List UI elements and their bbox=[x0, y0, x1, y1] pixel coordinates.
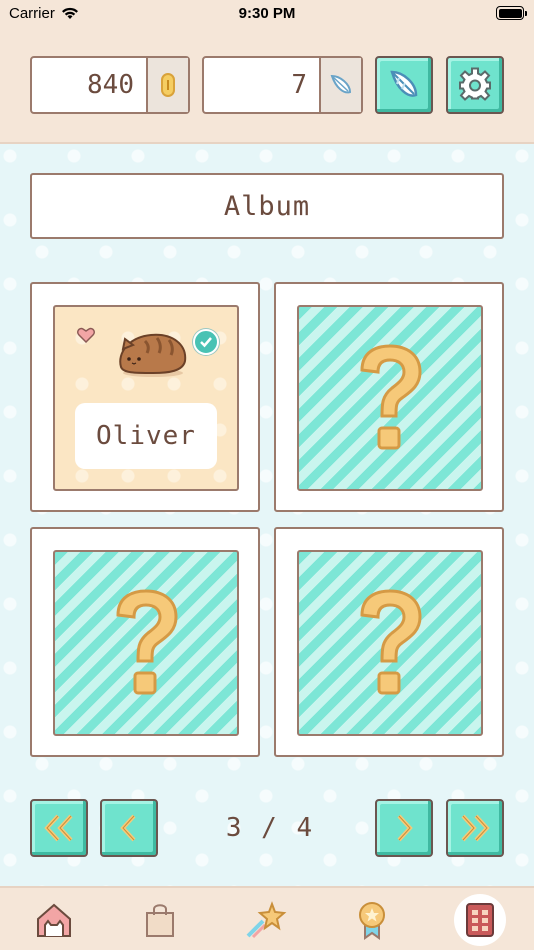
question-mark-icon bbox=[360, 589, 422, 695]
tab-album[interactable] bbox=[454, 894, 506, 946]
album-card[interactable] bbox=[274, 282, 504, 512]
bread-cat-icon bbox=[119, 333, 187, 377]
header: 840 7 bbox=[0, 28, 534, 144]
question-mark-icon bbox=[360, 344, 422, 450]
heart-icon bbox=[77, 327, 95, 343]
next-page-button[interactable] bbox=[375, 799, 433, 857]
collected-check-icon bbox=[193, 329, 219, 355]
album-card[interactable]: Oliver bbox=[30, 282, 260, 512]
shopping-bag-icon bbox=[146, 904, 174, 937]
double-chevron-right-icon bbox=[461, 814, 490, 842]
locked-card-slot[interactable] bbox=[297, 550, 483, 736]
feather-counter: 7 bbox=[202, 56, 363, 114]
coin-count: 840 bbox=[87, 70, 134, 100]
album-title: Album bbox=[30, 173, 504, 239]
last-page-button[interactable] bbox=[446, 799, 504, 857]
coin-counter: 840 bbox=[30, 56, 190, 114]
cat-name-label: Oliver bbox=[75, 403, 217, 469]
chevron-left-icon bbox=[120, 814, 136, 842]
tab-shop[interactable] bbox=[134, 894, 186, 946]
feather-icon-cell bbox=[319, 58, 361, 112]
coin-icon bbox=[161, 73, 175, 97]
locked-card-slot[interactable] bbox=[297, 305, 483, 491]
feather-icon bbox=[330, 74, 352, 94]
tab-gacha[interactable] bbox=[240, 894, 292, 946]
album-area: Album Oliver 3 / 4 bbox=[0, 144, 534, 886]
tab-achievements[interactable] bbox=[346, 894, 398, 946]
prev-page-button[interactable] bbox=[100, 799, 158, 857]
page-indicator: 3 / 4 bbox=[225, 813, 315, 843]
locked-card-slot[interactable] bbox=[53, 550, 239, 736]
album-card[interactable] bbox=[30, 527, 260, 757]
shooting-star-icon bbox=[246, 901, 287, 939]
get-feathers-button[interactable] bbox=[375, 56, 433, 114]
chevron-right-icon bbox=[397, 814, 413, 842]
question-mark-icon bbox=[116, 589, 178, 695]
status-bar: Carrier 9:30 PM bbox=[0, 0, 534, 28]
status-time: 9:30 PM bbox=[238, 5, 296, 22]
feather-count: 7 bbox=[291, 70, 307, 100]
card-portrait[interactable]: Oliver bbox=[53, 305, 239, 491]
gear-icon bbox=[459, 67, 491, 101]
medal-icon bbox=[359, 902, 385, 940]
battery-icon bbox=[496, 6, 527, 20]
tab-home[interactable] bbox=[28, 894, 80, 946]
album-card[interactable] bbox=[274, 527, 504, 757]
coin-icon-cell bbox=[146, 58, 188, 112]
cat-house-icon bbox=[37, 903, 71, 937]
tab-bar bbox=[0, 886, 534, 950]
first-page-button[interactable] bbox=[30, 799, 88, 857]
album-book-icon bbox=[466, 903, 494, 937]
feather-icon bbox=[390, 70, 418, 97]
double-chevron-left-icon bbox=[44, 814, 73, 842]
settings-button[interactable] bbox=[446, 56, 504, 114]
